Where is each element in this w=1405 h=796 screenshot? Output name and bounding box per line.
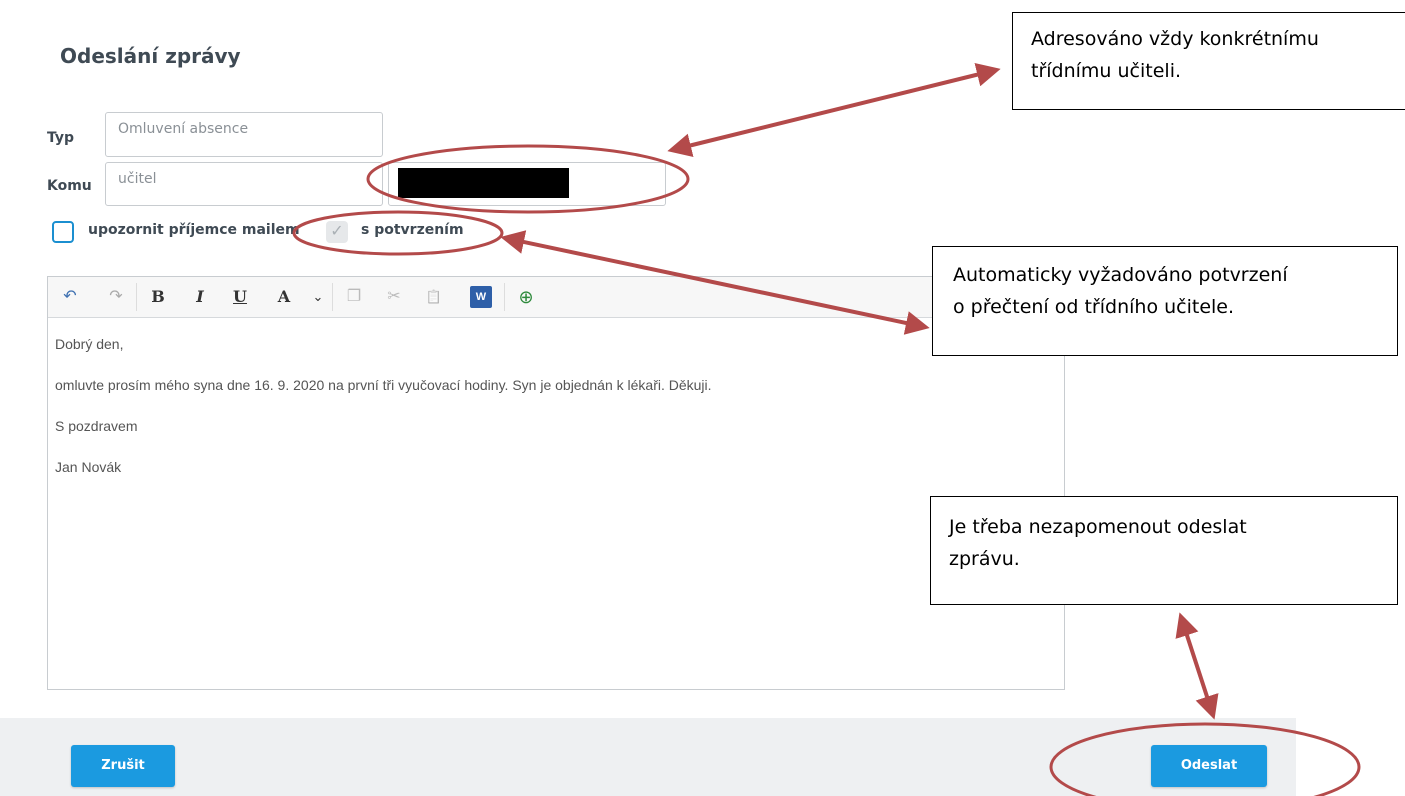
callout-text: zprávu. — [949, 548, 1020, 570]
page-title: Odeslání zprávy — [60, 44, 241, 68]
to-field[interactable]: učitel — [105, 162, 383, 206]
message-line: omluvte prosím mého syna dne 16. 9. 2020… — [55, 377, 712, 393]
cancel-button[interactable]: Zrušit — [71, 745, 175, 787]
callout-confirm: Automaticky vyžadováno potvrzení o přečt… — [932, 246, 1398, 356]
callout-text: Adresováno vždy konkrétnímu — [1031, 28, 1319, 50]
type-field[interactable]: Omluvení absence — [105, 112, 383, 157]
callout-text: Je třeba nezapomenout odeslat — [949, 516, 1247, 538]
confirm-label: s potvrzením — [361, 222, 464, 238]
chevron-down-icon[interactable]: ⌄ — [310, 285, 326, 309]
message-line: Dobrý den, — [55, 336, 124, 352]
cut-icon[interactable]: ✂ — [382, 285, 406, 309]
redacted-teacher-name — [398, 168, 569, 198]
bold-button[interactable]: B — [146, 285, 170, 309]
underline-button[interactable]: U — [228, 285, 252, 309]
link-icon[interactable]: ⊕ — [514, 285, 538, 309]
message-line: S pozdravem — [55, 418, 138, 434]
italic-button[interactable]: I — [188, 285, 212, 309]
notify-checkbox[interactable] — [52, 221, 74, 243]
copy-icon[interactable]: ❐ — [342, 285, 366, 309]
check-icon: ✓ — [330, 223, 344, 240]
message-line: Jan Novák — [55, 459, 122, 475]
form-footer — [0, 718, 1296, 796]
callout-recipient: Adresováno vždy konkrétnímu třídnímu uči… — [1012, 12, 1405, 110]
callout-text: třídnímu učiteli. — [1031, 60, 1182, 82]
confirm-checkbox[interactable]: ✓ — [326, 221, 348, 243]
message-editor[interactable]: ↶ ↷ B I U A ⌄ ❐ ✂ 📋 W ⊕ Dobrý den, omluv… — [47, 276, 1065, 690]
undo-icon[interactable]: ↶ — [58, 285, 82, 309]
type-label: Typ — [47, 130, 75, 146]
paste-from-word-icon[interactable]: W — [470, 286, 492, 308]
message-body[interactable]: Dobrý den, omluvte prosím mého syna dne … — [55, 335, 712, 499]
paste-icon[interactable]: 📋 — [422, 285, 446, 309]
editor-toolbar: ↶ ↷ B I U A ⌄ ❐ ✂ 📋 W ⊕ — [48, 277, 1064, 318]
callout-send: Je třeba nezapomenout odeslat zprávu. — [930, 496, 1398, 605]
redo-icon[interactable]: ↷ — [104, 285, 128, 309]
notify-label: upozornit příjemce mailem — [88, 222, 300, 238]
to-label: Komu — [47, 178, 92, 194]
font-color-button[interactable]: A — [272, 285, 296, 309]
message-form: Odeslání zprávy Typ Omluvení absence Kom… — [0, 0, 1296, 796]
callout-text: o přečtení od třídního učitele. — [953, 296, 1235, 318]
send-button[interactable]: Odeslat — [1151, 745, 1267, 787]
callout-text: Automaticky vyžadováno potvrzení — [953, 264, 1288, 286]
